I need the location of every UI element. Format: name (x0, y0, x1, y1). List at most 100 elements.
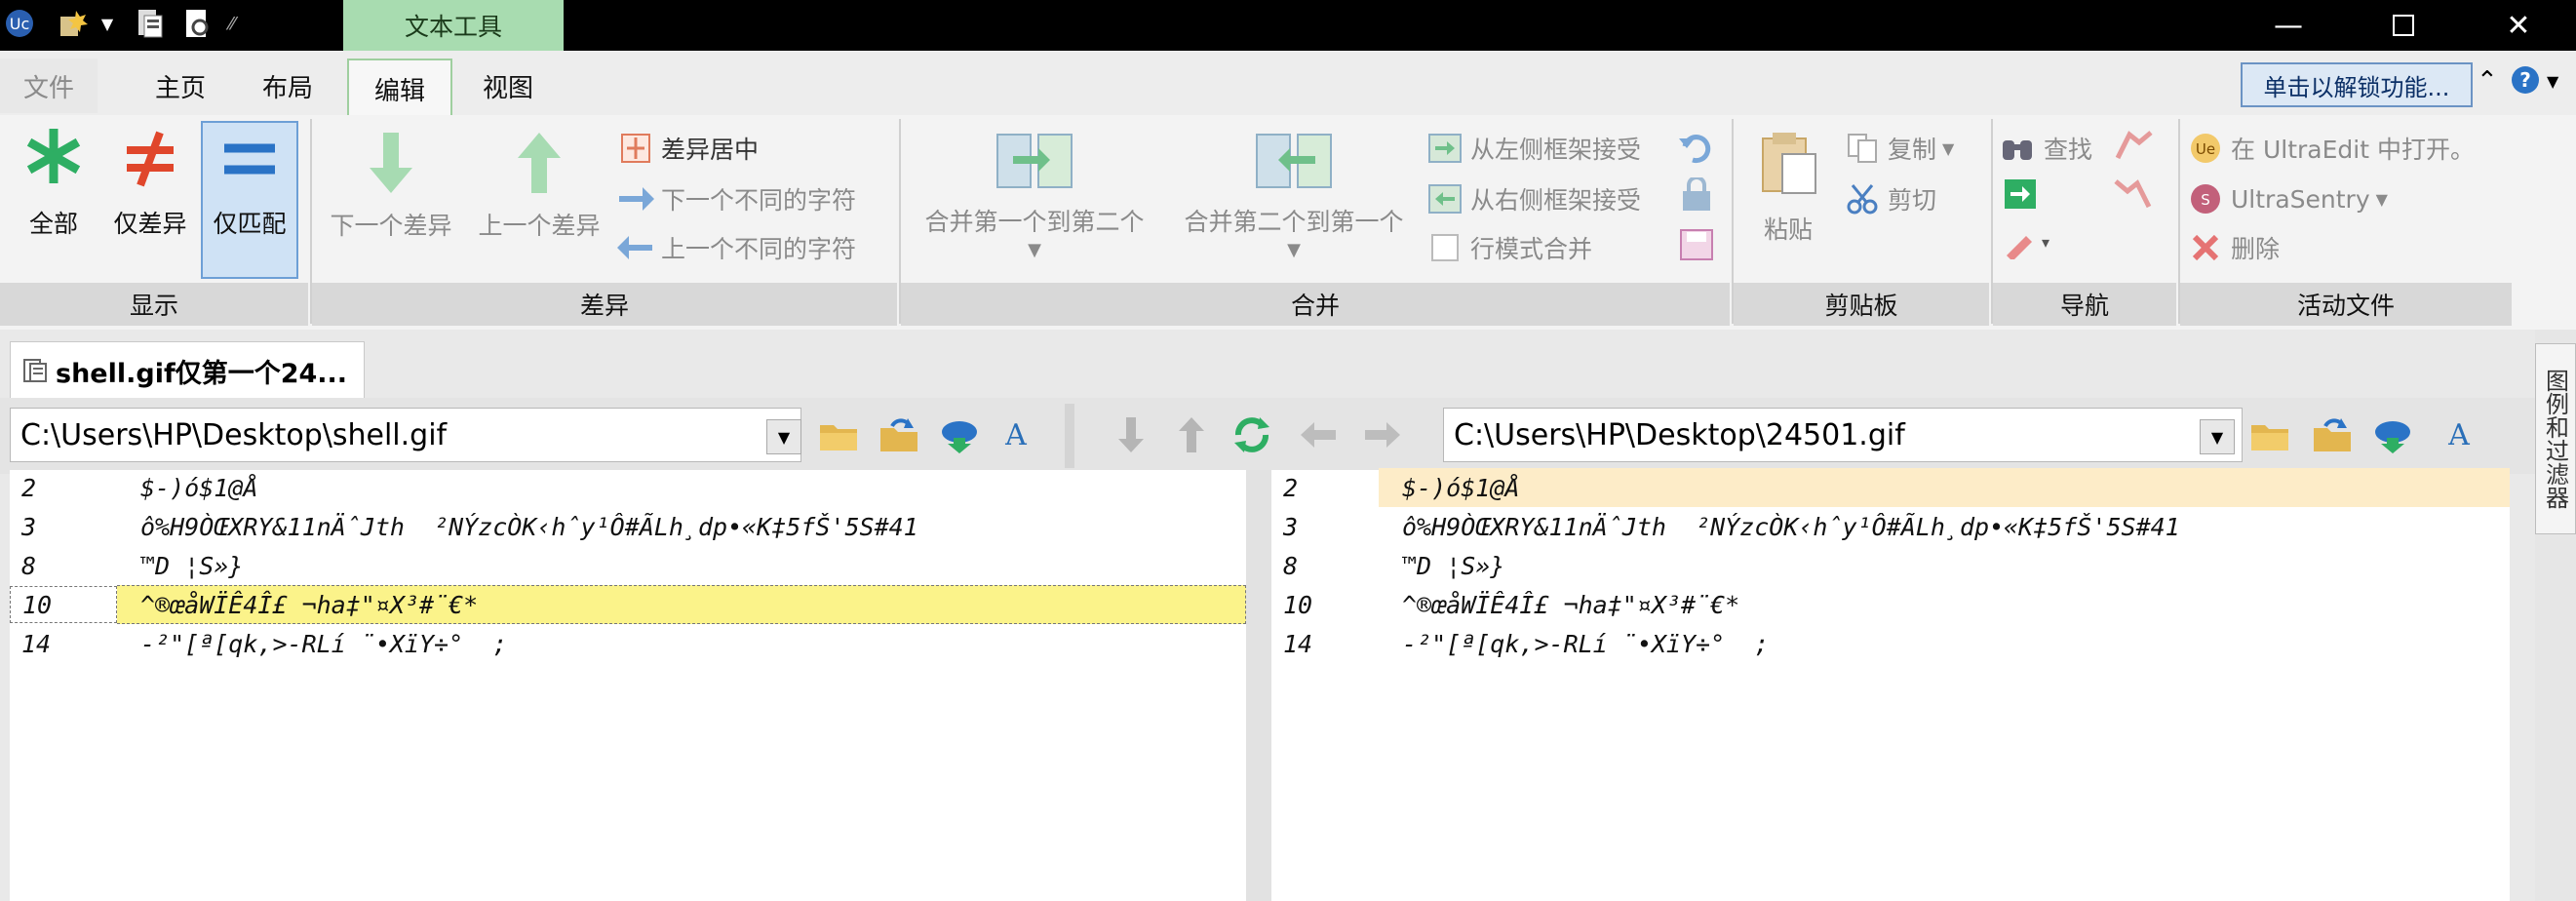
ultrasentry-icon: S (2191, 184, 2220, 214)
table-row[interactable]: 8 ™D ¦S»} (1271, 546, 2510, 585)
table-row[interactable]: 3 ô%H9ÒŒXRY&11nÄˆJth ²NÝzcÒK‹hˆy¹Ô#ÃLh¸d… (10, 507, 1246, 546)
copy-button[interactable]: 复制 ▼ (1843, 127, 1954, 170)
find-button[interactable]: 查找 (1999, 127, 2092, 170)
table-row[interactable]: 2 $-)ó$1@Å (1271, 468, 2510, 507)
merge-second-to-first-button[interactable]: 合并第二个到第一个 ▼ (1166, 129, 1422, 275)
table-row[interactable]: 3 ô%H9ÒŒXRY&11nÄˆJth ²NÝzcÒK‹hˆy¹Ô#ÃLh¸d… (1271, 507, 2510, 546)
left-path-field[interactable]: C:\Users\HP\Desktop\shell.gif (10, 408, 801, 462)
recompare-icon[interactable] (1230, 413, 1273, 456)
left-cloud-icon[interactable] (938, 413, 981, 456)
center-diff-button[interactable]: 差异居中 (616, 127, 759, 170)
nav-left-icon[interactable] (1297, 413, 1340, 456)
save-merge-icon[interactable] (1677, 226, 1716, 267)
svg-text:▾: ▾ (2042, 233, 2049, 252)
line-text: -²"[ª[qk,>-RLí ¨•XïY÷° ; (1402, 629, 1770, 658)
collapse-ribbon-icon[interactable]: ⌃ (2477, 66, 2498, 96)
line-number: 14 (21, 629, 52, 658)
accept-left-button[interactable]: 从左侧框架接受 (1425, 127, 1641, 170)
show-all-button[interactable]: 全部 (10, 129, 98, 275)
line-text: -²"[ª[qk,>-RLí ¨•XïY÷° ; (140, 629, 508, 658)
paste-icon (1762, 133, 1816, 194)
minimize-icon[interactable]: — (2250, 0, 2326, 51)
next-char-button[interactable]: 下一个不同的字符 (616, 177, 856, 220)
table-row[interactable]: 14 -²"[ª[qk,>-RLí ¨•XïY÷° ; (10, 624, 1246, 663)
legend-filter-tab[interactable]: 图例和过滤器 (2535, 343, 2576, 534)
line-number: 3 (21, 512, 37, 541)
line-mode-merge-checkbox[interactable]: 行模式合并 (1425, 226, 1592, 269)
right-open-folder-icon[interactable] (2248, 413, 2291, 456)
dropdown-icon: ▼ (1287, 240, 1301, 260)
tab-layout[interactable]: 布局 (234, 59, 341, 113)
nav-down-icon[interactable] (1110, 413, 1152, 456)
ultrasentry-button[interactable]: S UltraSentry ▼ (2186, 177, 2388, 220)
new-dropdown-icon[interactable]: ▼ (98, 4, 117, 43)
copy-icon (1848, 134, 1877, 163)
group-label-merge: 合并 (901, 283, 1730, 326)
prev-char-button[interactable]: 上一个不同的字符 (616, 226, 856, 269)
app-icon[interactable]: Uc (0, 4, 39, 43)
bookmark-icon[interactable]: ▾ (2003, 226, 2057, 263)
lock-icon[interactable] (1677, 176, 1716, 216)
show-match-only-button[interactable]: 仅匹配 (201, 121, 298, 279)
save-icon[interactable] (129, 4, 172, 43)
line-text: ô%H9ÒŒXRY&11nÄˆJth ²NÝzcÒK‹hˆy¹Ô#ÃLh¸dp•… (140, 512, 918, 541)
asterisk-icon (26, 129, 81, 183)
left-path-dropdown-icon[interactable]: ▼ (766, 419, 801, 454)
table-row[interactable]: 10 ^®œåWÏÊ4Î£ ¬ha‡"¤X³#¨€* (1271, 585, 2510, 624)
right-reload-folder-icon[interactable] (2311, 413, 2354, 456)
accept-left-label: 从左侧框架接受 (1470, 136, 1642, 164)
left-font-icon[interactable]: A (995, 413, 1037, 456)
context-tab-text-tools[interactable]: 文本工具 (343, 0, 564, 51)
tab-file[interactable]: 文件 (0, 59, 98, 113)
paste-button[interactable]: 粘贴 (1739, 129, 1837, 275)
tab-edit[interactable]: 编辑 (347, 59, 452, 117)
next-diff-button[interactable]: 下一个差异 (318, 129, 464, 275)
tab-home[interactable]: 主页 (127, 59, 234, 113)
checkbox[interactable] (1431, 234, 1459, 261)
help-icon[interactable]: ? (2510, 64, 2541, 99)
undo-icon[interactable] (1677, 129, 1716, 168)
right-cloud-icon[interactable] (2371, 413, 2414, 456)
unlock-button[interactable]: 单击以解锁功能... (2241, 62, 2473, 107)
right-font-icon[interactable]: A (2438, 413, 2480, 456)
goto-prev-icon[interactable] (2114, 177, 2153, 215)
merge-first-to-second-label: 合并第一个到第二个 (924, 208, 1145, 236)
accept-left-icon (1428, 134, 1462, 163)
table-row[interactable]: 14 -²"[ª[qk,>-RLí ¨•XïY÷° ; (1271, 624, 2510, 663)
dropdown-icon: ▼ (1028, 240, 1041, 260)
prev-diff-button[interactable]: 上一个差异 (466, 129, 612, 275)
merge-first-to-second-button[interactable]: 合并第一个到第二个 ▼ (907, 129, 1162, 275)
cut-button[interactable]: 剪切 (1843, 177, 1936, 220)
maximize-icon[interactable] (2365, 0, 2441, 51)
help-dropdown-icon[interactable]: ▼ (2547, 72, 2558, 91)
table-row[interactable]: 8 ™D ¦S»} (10, 546, 1246, 585)
binoculars-icon (2003, 140, 2032, 160)
delete-button[interactable]: 删除 (2186, 226, 2280, 269)
line-number: 10 (10, 586, 117, 623)
prev-char-label: 上一个不同的字符 (661, 235, 857, 263)
open-file-icon[interactable] (176, 4, 218, 43)
goto-next-icon[interactable] (2114, 129, 2153, 166)
right-path-dropdown-icon[interactable]: ▼ (2200, 419, 2235, 454)
show-diff-only-button[interactable]: 仅差异 (103, 129, 197, 275)
nav-right-icon[interactable] (1361, 413, 1404, 456)
merge-right-icon (996, 134, 1073, 188)
left-open-folder-icon[interactable] (817, 413, 860, 456)
next-diff-label: 下一个差异 (330, 212, 452, 240)
document-tab[interactable]: shell.gif仅第一个24... (10, 341, 365, 399)
right-path-field[interactable]: C:\Users\HP\Desktop\24501.gif (1443, 408, 2243, 462)
open-in-ultraedit-button[interactable]: Ue 在 UltraEdit 中打开。 (2186, 127, 2475, 170)
table-row-current[interactable]: 10 ^®œåWÏÊ4Î£ ¬ha‡"¤X³#¨€* (10, 585, 1246, 624)
group-label-diff: 差异 (312, 283, 897, 326)
find-label: 查找 (2044, 136, 2093, 164)
nav-up-icon[interactable] (1170, 413, 1213, 456)
tab-view[interactable]: 视图 (454, 59, 562, 113)
accept-right-button[interactable]: 从右侧框架接受 (1425, 177, 1641, 220)
table-row[interactable]: 2 $-)ó$1@Å (10, 468, 1246, 507)
customize-icon[interactable]: ⁄⁄ (220, 4, 244, 43)
close-icon[interactable]: ✕ (2480, 0, 2556, 51)
pane-splitter[interactable] (1246, 470, 1271, 901)
new-icon[interactable] (49, 4, 98, 43)
goto-line-icon[interactable] (2003, 177, 2038, 215)
left-reload-folder-icon[interactable] (878, 413, 920, 456)
